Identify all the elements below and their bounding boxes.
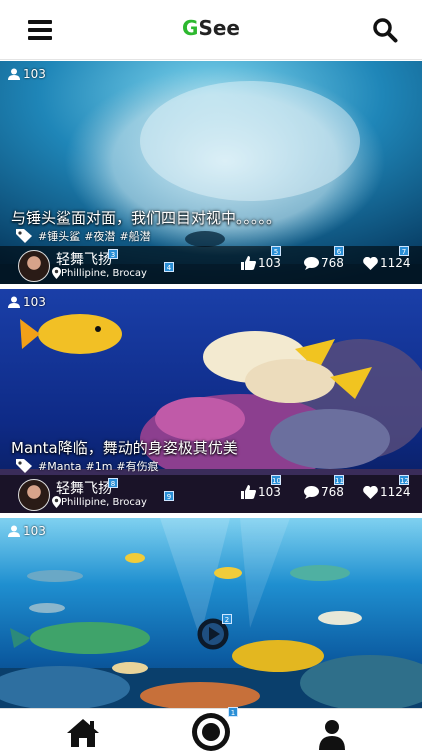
location-text: Phillipine, Brocay	[61, 267, 147, 279]
view-count-value: 103	[23, 295, 46, 309]
card-title[interactable]: 与锤头鲨面对面，我们四目对视中。。。。。	[11, 207, 281, 228]
badge: 1	[228, 707, 238, 717]
view-count-value: 103	[23, 524, 46, 538]
badge: 6	[334, 246, 344, 256]
like-count: 103	[258, 256, 281, 270]
card-meta-bar: 轻舞飞扬 8 Phillipine, Brocay 9 103 10 768 1…	[0, 475, 422, 513]
pin-icon	[52, 267, 61, 279]
location: Phillipine, Brocay	[52, 496, 147, 508]
view-count: 103	[8, 295, 46, 309]
location: Phillipine, Brocay	[52, 267, 147, 279]
logo-text: See	[198, 16, 240, 40]
comment-icon	[304, 485, 319, 499]
camera-icon[interactable]	[190, 711, 232, 753]
badge: 10	[271, 475, 281, 485]
badge: 5	[271, 246, 281, 256]
comment-stat[interactable]: 768	[304, 256, 344, 270]
feed-card[interactable]: 103 Manta降临，舞动的身姿极其优美 #Manta #1m #有伤痕 轻舞…	[0, 289, 422, 513]
tag[interactable]: #夜潜	[84, 228, 115, 244]
comment-count: 768	[321, 256, 344, 270]
pin-icon	[52, 496, 61, 508]
feed-card[interactable]: 103 与锤头鲨面对面，我们四目对视中。。。。。 #锤头鲨 #夜潜 #船潜 轻舞…	[0, 61, 422, 284]
card-meta-bar: 轻舞飞扬 3 Phillipine, Brocay 4 103 5 768 6 …	[0, 246, 422, 284]
badge: 3	[108, 249, 118, 259]
app-header: GSee	[0, 0, 422, 60]
comment-icon	[304, 256, 319, 270]
profile-icon[interactable]	[316, 718, 348, 750]
badge: 7	[399, 246, 409, 256]
avatar[interactable]	[18, 479, 50, 511]
badge: 4	[164, 262, 174, 272]
card-photo-reef-fish	[0, 518, 422, 708]
tag[interactable]: #锤头鲨	[38, 228, 80, 244]
feed-card-video[interactable]: 103 2	[0, 518, 422, 708]
thumbs-up-icon	[241, 485, 256, 499]
location-text: Phillipine, Brocay	[61, 496, 147, 508]
tag-row: #Manta #1m #有伤痕	[16, 458, 163, 474]
home-icon[interactable]	[66, 718, 100, 748]
like-stat[interactable]: 103	[241, 485, 281, 499]
tag-icon	[16, 459, 32, 473]
view-count: 103	[8, 524, 46, 538]
author-name[interactable]: 轻舞飞扬	[56, 478, 112, 498]
tag[interactable]: #Manta	[38, 460, 81, 473]
logo-accent-letter: G	[182, 16, 199, 40]
heart-icon	[363, 256, 378, 270]
tag[interactable]: #船潜	[119, 228, 150, 244]
tag[interactable]: #有伤痕	[116, 458, 158, 474]
view-count: 103	[8, 67, 46, 81]
app-logo: GSee	[0, 16, 422, 40]
like-count: 103	[258, 485, 281, 499]
person-icon	[8, 68, 20, 80]
card-title[interactable]: Manta降临，舞动的身姿极其优美	[11, 437, 238, 458]
tag-icon	[16, 229, 32, 243]
view-count-value: 103	[23, 67, 46, 81]
favorite-stat[interactable]: 1124	[363, 485, 411, 499]
badge: 2	[222, 614, 232, 624]
heart-icon	[363, 485, 378, 499]
comment-stat[interactable]: 768	[304, 485, 344, 499]
favorite-stat[interactable]: 1124	[363, 256, 411, 270]
thumbs-up-icon	[241, 256, 256, 270]
tag[interactable]: #1m	[85, 460, 112, 473]
search-icon[interactable]	[372, 17, 398, 43]
like-stat[interactable]: 103	[241, 256, 281, 270]
bottom-nav: 1	[0, 707, 422, 754]
avatar[interactable]	[18, 250, 50, 282]
comment-count: 768	[321, 485, 344, 499]
favorite-count: 1124	[380, 485, 411, 499]
badge: 8	[108, 478, 118, 488]
tag-row: #锤头鲨 #夜潜 #船潜	[16, 228, 155, 244]
favorite-count: 1124	[380, 256, 411, 270]
person-icon	[8, 296, 20, 308]
badge: 12	[399, 475, 409, 485]
person-icon	[8, 525, 20, 537]
badge: 11	[334, 475, 344, 485]
author-name[interactable]: 轻舞飞扬	[56, 249, 112, 269]
badge: 9	[164, 491, 174, 501]
